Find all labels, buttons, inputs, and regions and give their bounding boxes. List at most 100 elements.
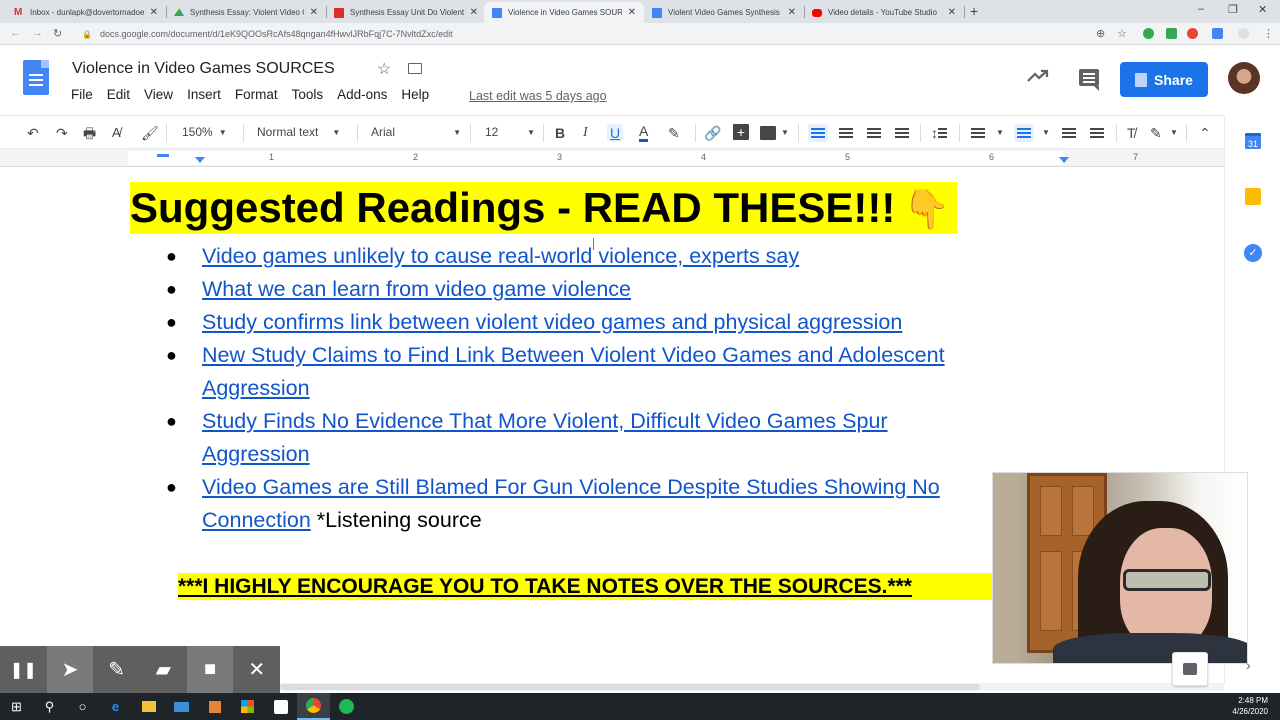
explore-button[interactable] xyxy=(1172,652,1208,686)
underline-button[interactable]: U xyxy=(607,124,624,142)
first-line-indent-marker[interactable] xyxy=(157,154,169,157)
edge-icon[interactable]: e xyxy=(99,693,132,720)
document-heading[interactable]: Suggested Readings - READ THESE!!! 👇 xyxy=(130,182,957,234)
align-right-button[interactable] xyxy=(867,124,881,142)
pen-tool-button[interactable]: ✎ xyxy=(93,646,140,693)
undo-icon[interactable]: ↶ xyxy=(27,124,39,142)
browser-tab-drive[interactable]: Synthesis Essay: Violent Video Ga ✕ xyxy=(166,2,326,23)
chevron-down-icon[interactable]: ▼ xyxy=(1170,124,1178,142)
source-link[interactable]: New Study Claims to Find Link Between Vi… xyxy=(202,343,945,400)
new-tab-button[interactable]: + xyxy=(970,3,978,19)
insert-comment-icon[interactable]: + xyxy=(733,124,749,140)
extension-green-icon[interactable] xyxy=(1166,28,1177,39)
decrease-indent-icon[interactable] xyxy=(1062,124,1076,142)
move-to-folder-icon[interactable] xyxy=(408,63,422,74)
google-docs-logo-icon[interactable] xyxy=(23,60,49,95)
menu-help[interactable]: Help xyxy=(394,87,436,102)
highlight-color-icon[interactable]: ✎ xyxy=(668,124,680,142)
menu-addons[interactable]: Add-ons xyxy=(330,87,394,102)
menu-view[interactable]: View xyxy=(137,87,180,102)
extension-pen-icon[interactable] xyxy=(1212,28,1223,39)
menu-kebab-icon[interactable]: ⋮ xyxy=(1263,27,1274,40)
ruler[interactable]: 1 2 3 4 5 6 7 xyxy=(0,149,1224,167)
forward-arrow-icon[interactable]: → xyxy=(32,27,43,39)
browser-tab-gmail[interactable]: M Inbox - dunlapk@dovertornadoe ✕ xyxy=(6,2,166,23)
menu-format[interactable]: Format xyxy=(228,87,285,102)
editing-mode-icon[interactable]: ✎ xyxy=(1150,124,1162,142)
source-link[interactable]: Study confirms link between violent vide… xyxy=(202,310,902,334)
browser-tab-youtube[interactable]: Video details - YouTube Studio ✕ xyxy=(804,2,964,23)
source-link[interactable]: Video games unlikely to cause real-world… xyxy=(202,244,799,268)
close-tab-icon[interactable]: ✕ xyxy=(628,7,636,18)
maximize-button[interactable]: ❐ xyxy=(1228,3,1238,16)
close-tab-icon[interactable]: ✕ xyxy=(150,7,158,18)
zoom-dropdown[interactable]: 150% ▼ xyxy=(182,125,234,139)
windows-start-icon[interactable]: ⊞ xyxy=(0,693,33,720)
chrome-taskbar-icon[interactable] xyxy=(297,693,330,720)
menu-edit[interactable]: Edit xyxy=(100,87,137,102)
account-avatar[interactable] xyxy=(1228,62,1260,94)
highlighter-tool-button[interactable]: ▰ xyxy=(140,646,187,693)
close-tab-icon[interactable]: ✕ xyxy=(310,7,318,18)
browser-tab-doc[interactable]: Violent Video Games Synthesis E ✕ xyxy=(644,2,804,23)
side-panel-toggle-chevron-icon[interactable]: › xyxy=(1246,657,1251,673)
hide-menus-chevron-up-icon[interactable]: ⌃ xyxy=(1199,124,1211,142)
redo-icon[interactable]: ↷ xyxy=(56,124,68,142)
zoom-icon[interactable]: ⊕ xyxy=(1096,27,1105,40)
comments-icon[interactable] xyxy=(1079,69,1099,91)
window-close-button[interactable]: ✕ xyxy=(1258,3,1267,16)
clear-formatting-icon[interactable]: T̸ xyxy=(1127,124,1136,142)
spotify-icon[interactable] xyxy=(330,693,363,720)
webcam-toggle-button[interactable]: ■ xyxy=(186,646,234,693)
extension-red-icon[interactable] xyxy=(1187,28,1198,39)
font-dropdown[interactable]: Arial ▼ xyxy=(371,125,461,139)
chevron-down-icon[interactable]: ▼ xyxy=(781,124,789,142)
media-player-icon[interactable] xyxy=(198,693,231,720)
profile-icon[interactable] xyxy=(1238,28,1249,39)
menu-insert[interactable]: Insert xyxy=(180,87,228,102)
print-icon[interactable]: 🖶 xyxy=(83,124,96,142)
pause-recording-button[interactable]: ❚❚ xyxy=(0,646,47,693)
chevron-down-icon[interactable]: ▼ xyxy=(1042,124,1050,142)
left-indent-marker[interactable] xyxy=(195,157,205,163)
font-size-dropdown[interactable]: 12 ▼ xyxy=(485,125,535,139)
pointer-tool-button[interactable]: ➤ xyxy=(46,646,94,693)
close-recorder-button[interactable]: ✕ xyxy=(233,646,280,693)
calendar-icon[interactable]: 31 xyxy=(1245,133,1261,149)
insert-image-icon[interactable] xyxy=(760,126,776,140)
browser-tab-pdf[interactable]: Synthesis Essay Unit Do Violent V ✕ xyxy=(326,2,486,23)
line-spacing-icon[interactable]: ↕ xyxy=(931,124,947,142)
justify-button[interactable] xyxy=(895,124,909,142)
numbered-list-icon[interactable] xyxy=(971,124,985,142)
webcam-overlay[interactable] xyxy=(992,472,1248,664)
close-tab-icon[interactable]: ✕ xyxy=(788,7,796,18)
reload-icon[interactable]: ↻ xyxy=(53,27,62,40)
right-indent-marker[interactable] xyxy=(1059,157,1069,163)
bold-button[interactable]: B xyxy=(555,124,565,142)
keep-icon[interactable] xyxy=(1245,188,1261,205)
menu-tools[interactable]: Tools xyxy=(285,87,331,102)
italic-button[interactable]: I xyxy=(583,124,588,142)
star-icon[interactable]: ☆ xyxy=(377,59,391,79)
address-bar[interactable]: 🔒 docs.google.com/document/d/1eK9QOOsRcA… xyxy=(72,25,1142,43)
chevron-down-icon[interactable]: ▼ xyxy=(996,124,1004,142)
close-tab-icon[interactable]: ✕ xyxy=(948,7,956,18)
cortana-icon[interactable]: ○ xyxy=(66,693,99,720)
search-icon[interactable]: ⚲ xyxy=(33,693,66,720)
app-link-icon[interactable] xyxy=(264,693,297,720)
browser-tab-active-doc[interactable]: Violence in Video Games SOURC ✕ xyxy=(484,2,644,23)
back-arrow-icon[interactable]: ← xyxy=(10,27,21,39)
minimize-button[interactable]: – xyxy=(1198,3,1204,15)
share-button[interactable]: Share xyxy=(1120,62,1208,97)
close-tab-icon[interactable]: ✕ xyxy=(470,7,478,18)
source-link[interactable]: Study Finds No Evidence That More Violen… xyxy=(202,409,888,466)
text-color-button[interactable]: A xyxy=(639,124,649,142)
menu-file[interactable]: File xyxy=(64,87,100,102)
align-center-button[interactable] xyxy=(839,124,853,142)
source-link[interactable]: What we can learn from video game violen… xyxy=(202,277,631,301)
paint-format-icon[interactable]: 🖌 xyxy=(141,124,159,142)
document-title[interactable]: Violence in Video Games SOURCES xyxy=(72,60,335,78)
paragraph-style-dropdown[interactable]: Normal text ▼ xyxy=(257,125,347,139)
spellcheck-icon[interactable]: A̸ xyxy=(112,124,121,142)
system-clock[interactable]: 2:48 PM 4/26/2020 xyxy=(1232,695,1268,717)
